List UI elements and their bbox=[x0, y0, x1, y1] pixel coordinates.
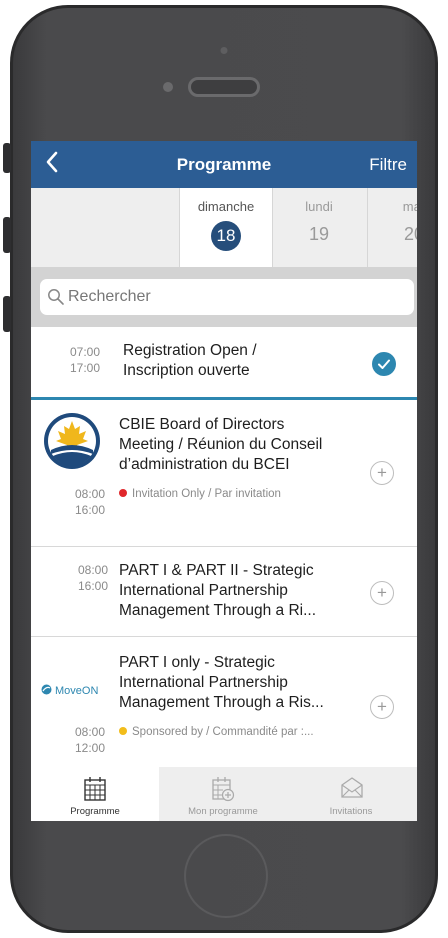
day-number: 20 bbox=[403, 224, 417, 244]
plus-icon: + bbox=[377, 697, 387, 716]
session-row[interactable]: MoveON PART I only - Strategic Internati… bbox=[31, 637, 417, 767]
moveon-sponsor-logo: MoveON bbox=[41, 684, 98, 697]
search-bar: Rechercher bbox=[31, 267, 417, 327]
session-title-line: CBIE Board of Directors bbox=[119, 416, 285, 433]
maple-leaf-logo bbox=[43, 412, 101, 475]
app-screen: Programme Filtre dimanche 18 lundi 19 ma… bbox=[31, 141, 417, 821]
navigation-bar: Programme Filtre bbox=[31, 141, 417, 188]
session-title: CBIE Board of Directors Meeting / Réunio… bbox=[119, 415, 322, 475]
search-icon bbox=[48, 289, 64, 305]
session-row[interactable]: 08:00 16:00 PART I & PART II - Strategic… bbox=[31, 547, 417, 636]
day-number: 19 bbox=[308, 224, 330, 244]
end-time: 16:00 bbox=[74, 503, 105, 517]
calendar-icon bbox=[84, 777, 106, 801]
search-input[interactable]: Rechercher bbox=[40, 279, 414, 315]
status-dot bbox=[119, 489, 127, 497]
day-name: mar bbox=[402, 199, 417, 214]
session-tag: Sponsored by / Commandité par :... bbox=[119, 726, 314, 738]
session-row[interactable]: CBIE Board of Directors Meeting / Réunio… bbox=[31, 400, 417, 546]
session-title: PART I & PART II - Strategic Internation… bbox=[119, 561, 316, 621]
session-title-line: Management Through a Ris... bbox=[119, 694, 324, 711]
tag-text: Invitation Only / Par invitation bbox=[132, 488, 281, 500]
session-title-line: Inscription ouverte bbox=[123, 362, 250, 379]
session-title-line: International Partnership bbox=[119, 582, 288, 599]
session-title-line: Management Through a Ri... bbox=[119, 602, 317, 619]
tab-bar: Programme Mon programme Invitations bbox=[31, 767, 417, 821]
session-title-line: PART I only - Strategic bbox=[119, 654, 275, 671]
day-name: lundi bbox=[305, 199, 333, 214]
add-to-programme-button[interactable]: + bbox=[370, 461, 394, 485]
add-to-programme-button[interactable]: + bbox=[370, 581, 394, 605]
status-dot bbox=[119, 727, 127, 735]
tag-text: Sponsored by / Commandité par :... bbox=[132, 726, 314, 738]
page-title: Programme bbox=[176, 155, 272, 174]
day-tab-monday[interactable]: lundi 19 bbox=[273, 188, 365, 267]
tab-invitations[interactable]: Invitations bbox=[287, 767, 415, 821]
session-title: Registration Open / Inscription ouverte bbox=[123, 341, 257, 381]
end-time: 12:00 bbox=[74, 741, 105, 755]
volume-down-button bbox=[3, 296, 11, 332]
start-time: 08:00 bbox=[74, 487, 105, 501]
checkmark-icon bbox=[378, 359, 390, 369]
plus-icon: + bbox=[377, 583, 387, 602]
end-time: 16:00 bbox=[77, 579, 108, 593]
earpiece-speaker bbox=[188, 77, 260, 97]
globe-icon bbox=[41, 684, 52, 695]
calendar-add-icon bbox=[212, 777, 235, 802]
session-title: PART I only - Strategic International Pa… bbox=[119, 653, 324, 713]
add-to-programme-button[interactable]: + bbox=[370, 695, 394, 719]
tab-programme[interactable]: Programme bbox=[31, 767, 159, 821]
search-placeholder: Rechercher bbox=[68, 288, 151, 305]
start-time: 08:00 bbox=[74, 725, 105, 739]
added-checkmark-button[interactable] bbox=[372, 352, 396, 376]
filter-button[interactable]: Filtre bbox=[369, 155, 407, 175]
session-row[interactable]: 07:00 17:00 Registration Open / Inscript… bbox=[31, 327, 417, 397]
day-tab-tuesday[interactable]: mar 20 bbox=[368, 188, 417, 267]
tab-mon-programme[interactable]: Mon programme bbox=[159, 767, 287, 821]
sponsor-name: MoveON bbox=[55, 685, 99, 697]
end-time: 17:00 bbox=[69, 361, 100, 375]
front-camera bbox=[163, 82, 173, 92]
session-title-line: d’administration du BCEI bbox=[119, 456, 290, 473]
session-title-line: Registration Open / bbox=[123, 342, 257, 359]
day-name: dimanche bbox=[197, 199, 255, 214]
volume-up-button bbox=[3, 217, 11, 253]
session-title-line: PART I & PART II - Strategic bbox=[119, 562, 314, 579]
session-title-line: Meeting / Réunion du Conseil bbox=[119, 436, 323, 453]
envelope-icon bbox=[341, 777, 363, 798]
start-time: 08:00 bbox=[77, 563, 108, 577]
tab-label: Invitations bbox=[329, 806, 373, 817]
day-tab-sunday[interactable]: dimanche 18 bbox=[180, 188, 272, 267]
session-title-line: International Partnership bbox=[119, 674, 288, 691]
start-time: 07:00 bbox=[69, 345, 100, 359]
mute-switch bbox=[3, 143, 11, 173]
plus-icon: + bbox=[377, 463, 387, 482]
session-tag: Invitation Only / Par invitation bbox=[119, 488, 281, 500]
home-button[interactable] bbox=[184, 834, 268, 918]
day-selector: dimanche 18 lundi 19 mar 20 bbox=[31, 188, 417, 267]
day-number: 18 bbox=[211, 221, 241, 251]
proximity-sensor bbox=[220, 47, 228, 54]
tab-label: Mon programme bbox=[188, 806, 258, 817]
tab-label: Programme bbox=[70, 806, 120, 817]
